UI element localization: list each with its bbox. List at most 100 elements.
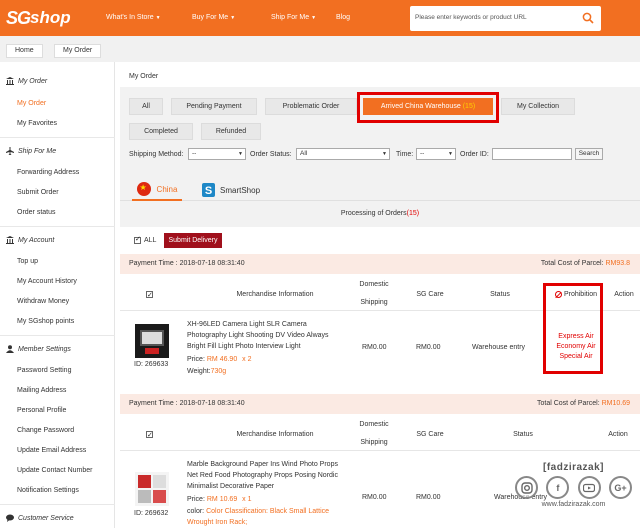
instagram-icon[interactable] bbox=[515, 476, 538, 499]
sidebar-item-my-favorites[interactable]: My Favorites bbox=[17, 120, 57, 127]
row-checkbox-header[interactable] bbox=[146, 288, 153, 303]
tab-pending-payment[interactable]: Pending Payment bbox=[171, 98, 257, 115]
sidebar-divider bbox=[0, 335, 115, 336]
chevron-down-icon: ▼ bbox=[382, 151, 387, 157]
sidebar-item-sgshop-points[interactable]: My SGshop points bbox=[17, 318, 74, 325]
status-value: Warehouse entry bbox=[472, 344, 526, 351]
nav-whats-in-store[interactable]: What's In Store ▼ bbox=[106, 14, 161, 21]
tab-china[interactable]: China bbox=[132, 179, 182, 201]
watermark-title: [fadzirazak] bbox=[542, 462, 604, 473]
total-cost: Total Cost of Parcel: RM93.8 bbox=[540, 260, 630, 267]
sidebar-divider bbox=[0, 226, 115, 227]
caret-down-icon: ▼ bbox=[155, 15, 161, 21]
product-image[interactable] bbox=[135, 472, 169, 506]
social-icons: f G+ bbox=[511, 476, 636, 499]
col-sg-care: SG Care bbox=[416, 291, 444, 298]
sgshop-logo[interactable]: SG shop bbox=[6, 6, 71, 30]
sidebar-item-personal-profile[interactable]: Personal Profile bbox=[17, 407, 66, 414]
time-select[interactable]: -- ▼ bbox=[416, 148, 456, 160]
bank-icon bbox=[6, 236, 14, 244]
sidebar-item-withdraw-money[interactable]: Withdraw Money bbox=[17, 298, 69, 305]
row-checkbox[interactable] bbox=[146, 289, 153, 303]
sidebar-item-order-status[interactable]: Order status bbox=[17, 209, 56, 216]
product-title[interactable]: Marble Background Paper Ins Wind Photo P… bbox=[187, 459, 349, 492]
sidebar-section-my-account: My Account bbox=[6, 236, 54, 244]
sidebar-item-top-up[interactable]: Top up bbox=[17, 258, 38, 265]
search-icon[interactable] bbox=[582, 12, 594, 24]
nav-buy-for-me[interactable]: Buy For Me ▼ bbox=[192, 14, 235, 21]
order-status-select[interactable]: All ▼ bbox=[296, 148, 390, 160]
tab-problematic-order[interactable]: Problematic Order bbox=[265, 98, 357, 115]
sidebar-section-my-order: My Order bbox=[6, 77, 47, 85]
red-highlight-box bbox=[357, 92, 499, 123]
sidebar-divider bbox=[0, 504, 115, 505]
divider bbox=[120, 450, 640, 451]
order-header-bar: Payment Time : 2018-07-18 08:31:40 Total… bbox=[120, 254, 640, 274]
col-sg-care: SG Care bbox=[416, 431, 444, 438]
user-icon bbox=[6, 345, 14, 353]
nav-blog[interactable]: Blog bbox=[336, 14, 350, 21]
total-cost: Total Cost of Parcel: RM10.69 bbox=[537, 400, 630, 407]
order-status-label: Order Status: bbox=[250, 151, 292, 158]
tab-my-collection[interactable]: My Collection bbox=[501, 98, 575, 115]
search-input[interactable] bbox=[415, 6, 575, 29]
sidebar-item-forwarding-address[interactable]: Forwarding Address bbox=[17, 169, 79, 176]
row-checkbox-header[interactable] bbox=[146, 428, 153, 443]
sidebar-item-notification-settings[interactable]: Notification Settings bbox=[17, 487, 79, 494]
smartshop-icon: S bbox=[202, 183, 215, 197]
search-button[interactable]: Search bbox=[575, 148, 603, 160]
processing-orders-label: Processing of Orders(15) bbox=[340, 210, 420, 217]
china-flag-icon bbox=[136, 182, 151, 196]
sidebar-item-mailing-address[interactable]: Mailing Address bbox=[17, 387, 66, 394]
submit-delivery-button[interactable]: Submit Delivery bbox=[164, 233, 222, 248]
col-merchandise: Merchandise Information bbox=[236, 291, 314, 298]
order-id-label: Order ID: bbox=[460, 151, 489, 158]
chevron-down-icon: ▼ bbox=[238, 151, 243, 157]
breadcrumb-my-order[interactable]: My Order bbox=[54, 44, 102, 58]
col-domestic: Domestic bbox=[359, 281, 389, 288]
product-image[interactable] bbox=[135, 324, 169, 358]
payment-time: Payment Time : 2018-07-18 08:31:40 bbox=[129, 400, 245, 407]
youtube-icon[interactable] bbox=[577, 476, 601, 499]
sidebar-item-update-email[interactable]: Update Email Address bbox=[17, 447, 86, 454]
sidebar-item-password-setting[interactable]: Password Setting bbox=[17, 367, 71, 374]
domestic-shipping-value: RM0.00 bbox=[362, 344, 387, 351]
sidebar-item-change-password[interactable]: Change Password bbox=[17, 427, 74, 434]
top-header: SG shop What's In Store ▼ Buy For Me ▼ Ship… bbox=[0, 0, 640, 36]
tab-smartshop[interactable]: S SmartShop bbox=[202, 179, 260, 201]
watermark: [fadzirazak] f G+ www.fadzirazak.com bbox=[511, 462, 636, 508]
sidebar-item-update-contact[interactable]: Update Contact Number bbox=[17, 467, 92, 474]
tab-all[interactable]: All bbox=[129, 98, 163, 115]
product-title[interactable]: XH-96LED Camera Light SLR Camera Photogr… bbox=[187, 319, 347, 352]
google-plus-icon[interactable]: G+ bbox=[608, 476, 632, 499]
sidebar-item-my-order[interactable]: My Order bbox=[17, 100, 46, 107]
bank-icon bbox=[6, 77, 14, 85]
caret-down-icon: ▼ bbox=[230, 15, 236, 21]
watermark-url: www.fadzirazak.com bbox=[541, 501, 606, 508]
tab-completed[interactable]: Completed bbox=[129, 123, 193, 140]
tab-refunded[interactable]: Refunded bbox=[201, 123, 261, 140]
product-color: color: Color Classification: Black Small… bbox=[187, 508, 330, 526]
col-shipping: Shipping bbox=[360, 439, 388, 446]
product-price: Price: RM 10.69 x 1 bbox=[187, 496, 252, 503]
select-all-checkbox[interactable] bbox=[134, 235, 141, 244]
order-id-input[interactable] bbox=[492, 148, 572, 160]
caret-down-icon: ▼ bbox=[311, 15, 317, 21]
facebook-icon[interactable]: f bbox=[546, 476, 570, 499]
breadcrumb-home[interactable]: Home bbox=[6, 44, 43, 58]
shipping-method-select[interactable]: -- ▼ bbox=[188, 148, 246, 160]
select-all[interactable]: ALL bbox=[134, 235, 156, 244]
main-content: My Order All Pending Payment Problematic… bbox=[120, 62, 640, 528]
product-id: ID: 269633 bbox=[134, 361, 169, 368]
row-checkbox[interactable] bbox=[146, 429, 153, 443]
sidebar: My Order My Order My Favorites Ship For … bbox=[0, 62, 115, 528]
col-action: Action bbox=[608, 431, 628, 438]
order-header-bar: Payment Time : 2018-07-18 08:31:40 Total… bbox=[120, 394, 640, 414]
sidebar-item-submit-order[interactable]: Submit Order bbox=[17, 189, 59, 196]
nav-ship-for-me[interactable]: Ship For Me ▼ bbox=[271, 14, 316, 21]
col-merchandise: Merchandise Information bbox=[236, 431, 314, 438]
red-highlight-box bbox=[543, 283, 603, 374]
sidebar-section-customer-service[interactable]: Customer Service bbox=[6, 514, 74, 522]
col-action: Action bbox=[614, 291, 634, 298]
sidebar-item-account-history[interactable]: My Account History bbox=[17, 278, 77, 285]
